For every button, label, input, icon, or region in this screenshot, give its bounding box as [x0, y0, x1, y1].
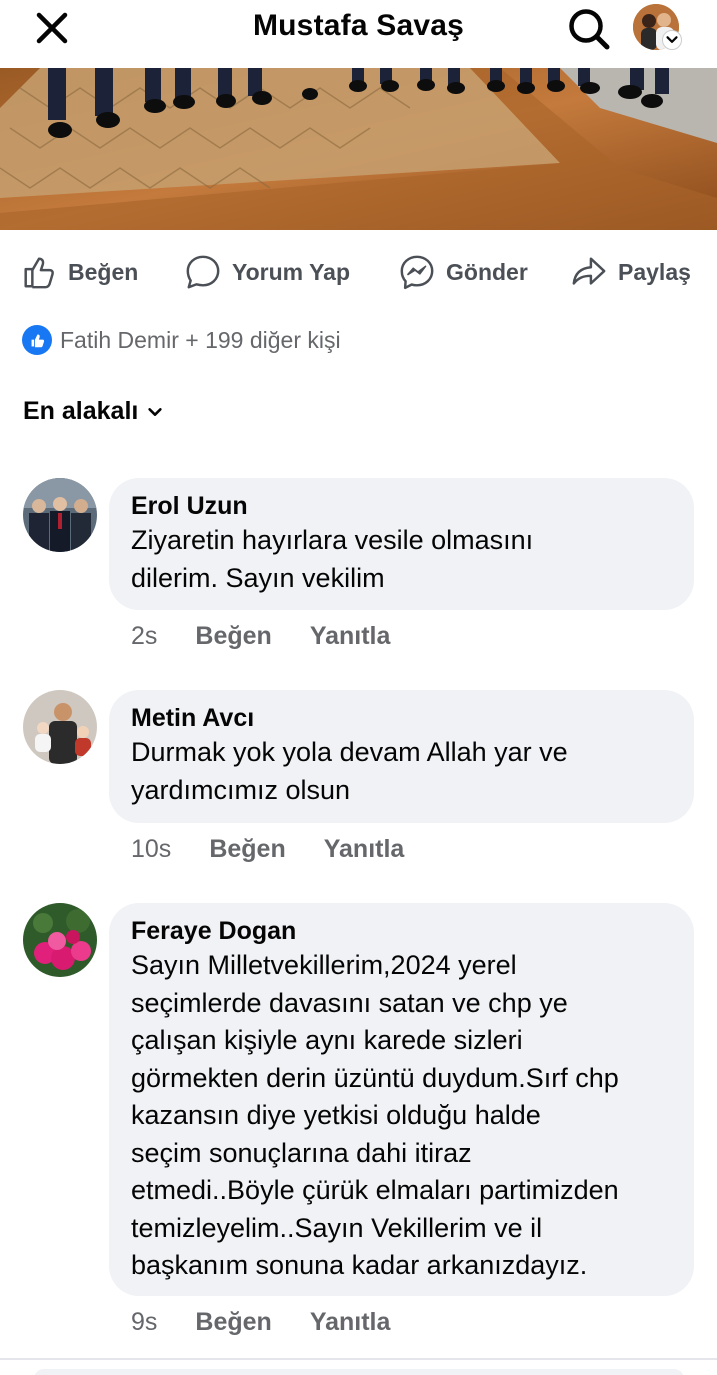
comment-text-line: seçim sonuçlarına dahi itiraz [131, 1137, 472, 1168]
send-label: Gönder [446, 258, 528, 285]
messenger-icon [400, 255, 434, 290]
share-label: Paylaş [618, 258, 691, 285]
comment-text-line: kazansın diye yetkisi olduğu halde [131, 1100, 541, 1130]
reactions-text: Fatih Demir + 199 diğer kişi [60, 326, 341, 353]
send-button[interactable]: Gönder [398, 250, 528, 294]
comment-bubble-icon [186, 255, 220, 289]
avatar[interactable] [23, 478, 97, 552]
comment-sort-dropdown[interactable]: En alakalı [23, 397, 164, 426]
comment-bubble: Erol Uzun Ziyaretin hayırlara vesile olm… [109, 478, 694, 610]
comment-text-line: etmedi..Böyle çürük elmaları partimizden [131, 1175, 619, 1205]
comment-text-line: dilerim. Sayın vekilim [131, 562, 385, 593]
comment-reply-button[interactable]: Yanıtla [310, 1308, 391, 1337]
share-arrow-icon [572, 257, 606, 285]
comment-time[interactable]: 9s [131, 1308, 157, 1337]
comment-text-line: temizleyelim..Sayın Vekillerim ve il [131, 1212, 543, 1243]
post-photo[interactable] [0, 68, 717, 230]
sort-label: En alakalı [23, 397, 139, 425]
avatar[interactable] [23, 903, 97, 977]
comment-author[interactable]: Metin Avcı [131, 702, 672, 734]
comment-meta: 9s Beğen Yanıtla [131, 1308, 390, 1337]
top-bar: Mustafa Savaş [0, 0, 717, 68]
comment-text-line: Sayın Milletvekillerim,2024 yerel [131, 950, 517, 980]
comment-label: Yorum Yap [232, 258, 351, 285]
avatar[interactable] [23, 690, 97, 764]
comment-button[interactable]: Yorum Yap [184, 250, 350, 294]
divider [0, 1358, 717, 1360]
comment-time[interactable]: 10s [131, 835, 171, 864]
comment-text-line: görmekten derin üzüntü duydum.Sırf chp [131, 1062, 619, 1093]
comment-like-button[interactable]: Beğen [195, 622, 271, 651]
comment-text-line: seçimlerde davasını satan ve chp ye [131, 987, 568, 1018]
comment-reply-button[interactable]: Yanıtla [310, 622, 391, 651]
comment-like-button[interactable]: Beğen [195, 1308, 271, 1337]
chevron-down-icon [148, 407, 163, 416]
comment-text-line: yardımcımız olsun [131, 774, 351, 805]
share-button[interactable]: Paylaş [570, 250, 691, 294]
like-label: Beğen [68, 258, 139, 285]
post-action-bar: Beğen Yorum Yap Gönder Paylaş [0, 240, 717, 304]
comment-composer[interactable] [34, 1369, 684, 1375]
comment-meta: 10s Beğen Yanıtla [131, 835, 404, 864]
comment-author[interactable]: Erol Uzun [131, 490, 672, 522]
comment-text-line: Ziyaretin hayırlara vesile olmasını [131, 525, 534, 555]
like-reaction-icon [22, 325, 52, 355]
comment-meta: 2s Beğen Yanıtla [131, 622, 390, 651]
comment-bubble: Feraye Dogan Sayın Milletvekillerim,2024… [109, 903, 694, 1296]
comment-author[interactable]: Feraye Dogan [131, 915, 672, 947]
comment-like-button[interactable]: Beğen [209, 835, 285, 864]
comment-text-line: Durmak yok yola devam Allah yar ve [131, 737, 568, 767]
like-button[interactable]: Beğen [20, 250, 138, 294]
chevron-down-icon[interactable] [662, 30, 682, 50]
search-icon[interactable] [564, 4, 612, 52]
thumbs-up-icon [24, 257, 54, 289]
comment-bubble: Metin Avcı Durmak yok yola devam Allah y… [109, 690, 694, 823]
comment-reply-button[interactable]: Yanıtla [324, 835, 405, 864]
comment-text-line: başkanım sonuna kadar arkanızdayız. [131, 1250, 588, 1280]
reactions-summary[interactable]: Fatih Demir + 199 diğer kişi [22, 323, 341, 357]
comment-time[interactable]: 2s [131, 622, 157, 651]
comment-text-line: çalışan kişiyle aynı karede sizleri [131, 1025, 523, 1055]
